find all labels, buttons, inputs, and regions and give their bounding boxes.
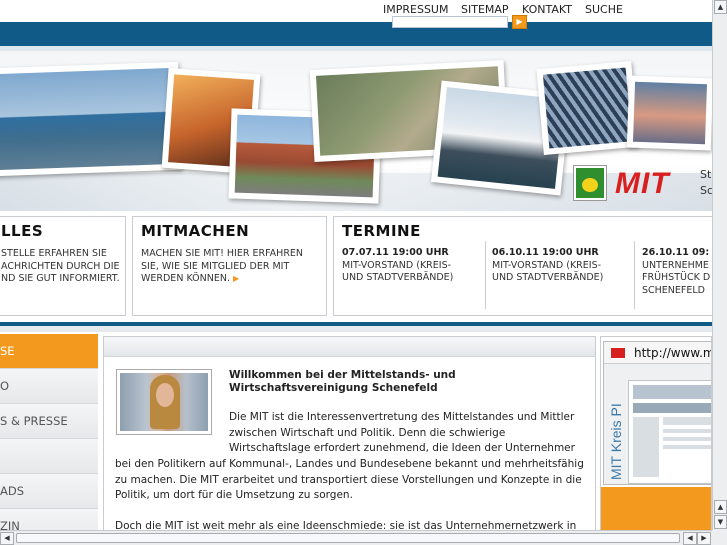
paragraph-line: Die MIT ist die Interessenvertretung des… [229,411,575,423]
termin-date: 06.10.11 19:00 UHR [492,247,599,258]
website-teaser[interactable]: http://www.mi MIT Kreis PI [603,341,712,485]
nav-link-sitemap[interactable]: SITEMAP [461,3,509,16]
scroll-down-button[interactable]: ▼ [714,515,727,529]
search-submit-button[interactable]: ▶ [512,15,527,29]
scroll-grip[interactable] [715,80,726,120]
arrow-left-icon: ◀ [4,534,10,542]
nav-link-kontakt[interactable]: KONTAKT [522,3,572,16]
paragraph-line: zu machen. Die MIT erarbeitet und transp… [115,473,582,486]
intro-paragraph: Die MIT ist die Interessenvertretung des… [229,410,575,457]
termin-date: 07.07.11 19:00 UHR [342,247,449,258]
welcome-line2: Wirtschaftsvereinigung Schenefeld [229,382,438,394]
scroll-left-button[interactable]: ◀ [0,532,14,545]
mit-mini-logo-icon [610,347,626,359]
top-navigation: IMPRESSUM SITEMAP KONTAKT SUCHE [0,0,712,20]
leftnav-item[interactable]: O [0,369,98,404]
termin-item[interactable]: 07.07.11 19:00 UHR MIT-VORSTAND (KREIS- … [342,247,482,285]
box-mitmachen-line1: MACHEN SIE MIT! HIER ERFAHREN [141,248,304,259]
paragraph-line: bei den Politikern auf Kommunal-, Landes… [115,458,584,470]
termin-line1: MIT-VORSTAND (KREIS- [342,259,452,271]
box-mitmachen-title: MITMACHEN [141,222,250,240]
mit-logo-subtitle: St Sc [700,167,712,199]
left-navigation: SE O S & PRESSE ADS ZIN [0,334,98,544]
paragraph-line: zwischen Wirtschaft und Politik. Denn di… [229,426,506,439]
banner-photo-glassdome [536,61,639,155]
horizontal-scroll-thumb[interactable] [16,533,680,543]
termin-line1: UNTERNEHME [642,259,709,271]
nav-link-impressum[interactable]: IMPRESSUM [383,3,448,16]
scroll-up-button-lower[interactable]: ▲ [714,500,727,514]
teaser-vertical-label: MIT Kreis PI [606,382,626,482]
search-input[interactable] [392,16,508,28]
termin-divider [634,241,635,309]
teaser-page-preview [628,380,711,484]
termin-item[interactable]: 06.10.11 19:00 UHR MIT-VORSTAND (KREIS- … [492,247,632,285]
vertical-scrollbar[interactable]: ▲ ▲ ▼ [712,0,727,530]
section-band [0,326,712,332]
termin-line2: FRÜHSTÜCK D [642,272,711,283]
scroll-left-button-right[interactable]: ◀ [683,532,697,545]
leftnav-item-presse[interactable]: S & PRESSE [0,404,98,439]
coat-of-arms-icon [574,166,606,200]
banner-photo-shipyard [0,61,182,177]
leftnav-item[interactable] [0,439,98,474]
termin-line2: UND STADTVERBÄNDE) [342,272,454,283]
box-termine-title: TERMINE [342,222,421,240]
box-mitmachen-line2: SIE, WIE SIE MITGLIED DER MIT [141,260,290,272]
nav-link-suche[interactable]: SUCHE [585,3,623,16]
termin-date: 26.10.11 09: [642,247,710,258]
termin-divider [485,241,486,309]
mit-logo-subtitle-line2: Sc [700,184,712,197]
arrow-up-icon: ▲ [717,503,724,511]
welcome-heading: Willkommen bei der Mittelstands- und Wir… [229,369,456,395]
arrow-right-icon: ▶ [701,534,707,542]
box-aktuelles-title: LLES [1,222,44,240]
more-arrow-icon[interactable]: ▶ [233,274,239,283]
header-banner: MIT St Sc [0,51,712,211]
mit-logo: MIT [615,167,670,200]
content-header [104,337,595,357]
teaser-vertical-text: MIT Kreis PI [608,403,624,480]
paragraph-line: Wirtschaftslage erfordert zunehmend, die… [229,442,575,454]
arrow-left-icon: ◀ [687,534,693,542]
leftnav-item-downloads[interactable]: ADS [0,474,98,509]
termin-line3: SCHENEFELD [642,284,705,296]
teaser-url-bar: http://www.mi [604,342,712,364]
box-mitmachen-line3: WERDEN KÖNNEN. [141,273,230,284]
banner-photo-bridge [626,75,712,151]
orange-teaser-block [601,487,711,532]
scroll-up-button[interactable]: ▲ [714,0,727,14]
box-mitmachen[interactable]: MITMACHEN MACHEN SIE MIT! HIER ERFAHREN … [132,216,327,316]
teaser-url-text: http://www.mi [634,346,712,360]
mit-logo-subtitle-line1: St [700,168,712,181]
welcome-line1: Willkommen bei der Mittelstands- und [229,369,456,381]
box-mitmachen-text: MACHEN SIE MIT! HIER ERFAHREN SIE, WIE S… [133,240,326,286]
intro-paragraph-cont: bei den Politikern auf Kommunal-, Landes… [115,457,595,504]
termin-item[interactable]: 26.10.11 09: UNTERNEHME FRÜHSTÜCK D SCHE… [642,247,712,297]
horizontal-scrollbar[interactable]: ◀ ◀ ▶ [0,530,712,545]
arrow-down-icon: ▼ [717,518,724,526]
box-termine: TERMINE 07.07.11 19:00 UHR MIT-VORSTAND … [333,216,718,316]
portrait-photo [116,369,212,435]
header-bar [0,22,712,46]
box-aktuelles: LLES STELLE ERFAHREN SIE ACHRICHTEN DURC… [0,216,126,316]
termin-line2: UND STADTVERBÄNDE) [492,272,604,283]
termin-line1: MIT-VORSTAND (KREIS- [492,259,602,271]
box-aktuelles-line1: STELLE ERFAHREN SIE [1,248,107,259]
box-aktuelles-text: STELLE ERFAHREN SIE ACHRICHTEN DURCH DIE… [0,240,125,286]
arrow-up-icon: ▲ [717,3,724,11]
main-content: Willkommen bei der Mittelstands- und Wir… [103,336,596,533]
box-aktuelles-line3: ND SIE GUT INFORMIERT. [1,273,120,284]
arrow-right-icon: ▶ [516,17,523,26]
right-column: http://www.mi MIT Kreis PI [600,336,712,533]
scroll-right-button[interactable]: ▶ [697,532,711,545]
box-aktuelles-line2: ACHRICHTEN DURCH DIE [1,260,120,272]
scrollbar-corner [712,530,727,545]
leftnav-item-startseite[interactable]: SE [0,334,98,369]
paragraph-line: Politik, um dort für die Umsetzung zu so… [115,489,353,501]
